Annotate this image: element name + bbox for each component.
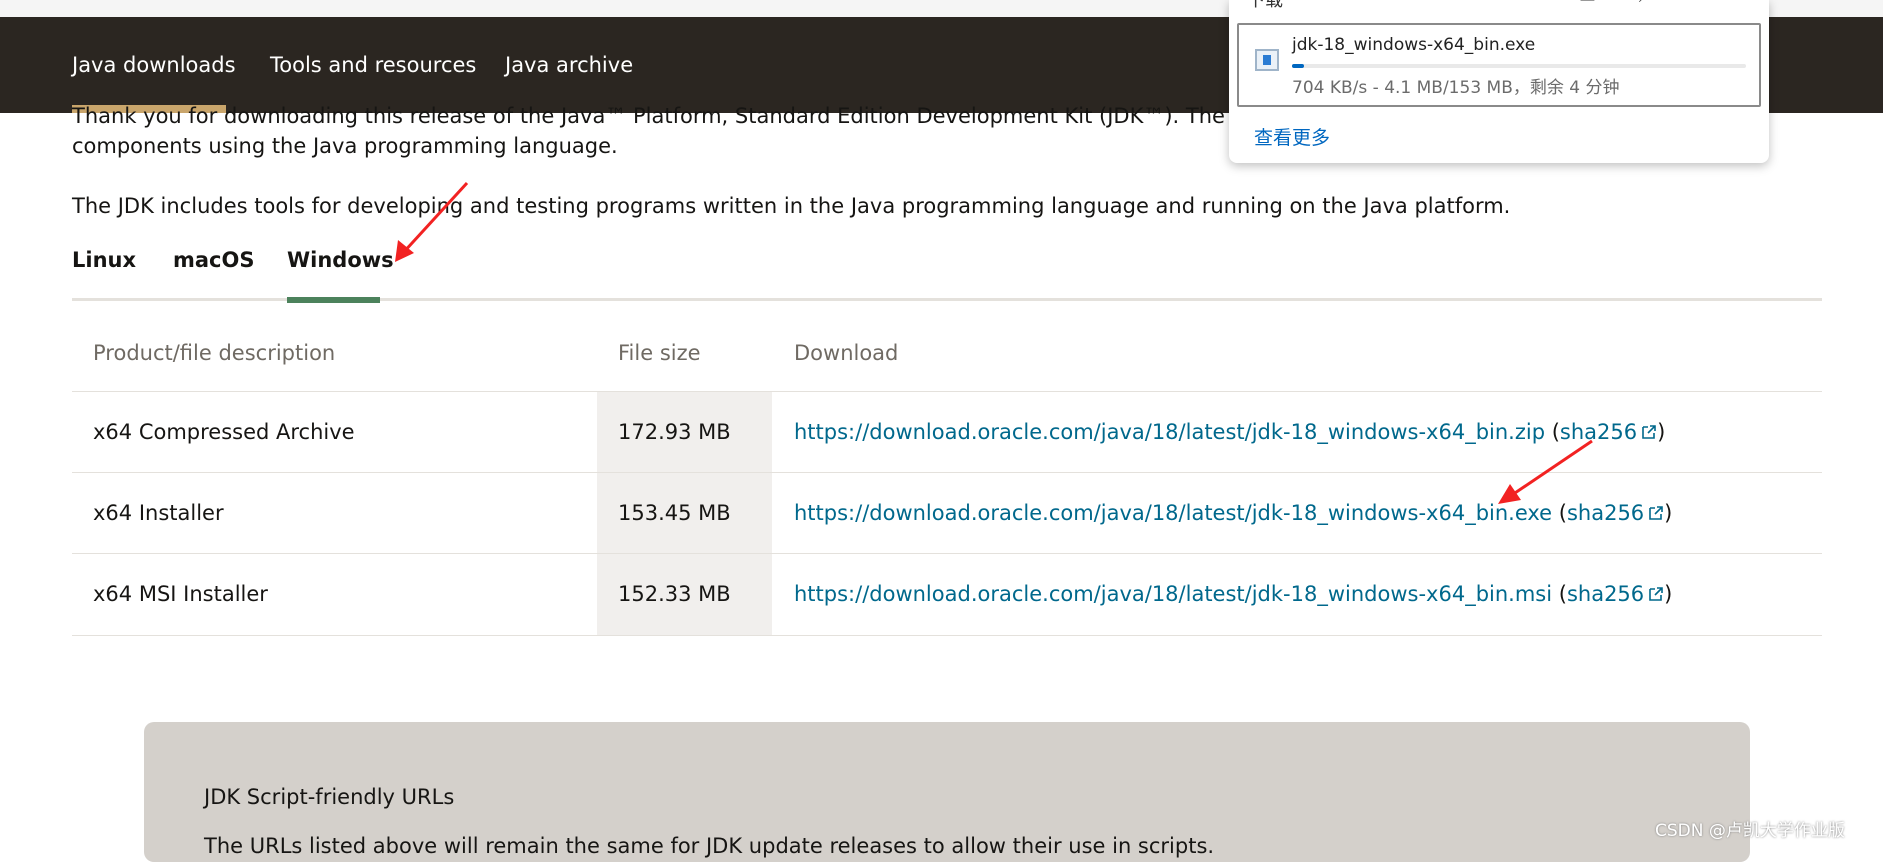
intro-line-1: Thank you for downloading this release o… bbox=[72, 104, 1331, 128]
row-file-size: 172.93 MB bbox=[618, 420, 731, 444]
tab-active-indicator bbox=[287, 297, 380, 303]
intro-line-3: The JDK includes tools for developing an… bbox=[72, 194, 1511, 218]
row-download-cell: https://download.oracle.com/java/18/late… bbox=[794, 582, 1673, 606]
row-description: x64 Installer bbox=[93, 501, 224, 525]
table-row: x64 Installer 153.45 MB https://download… bbox=[72, 472, 1822, 554]
external-link-icon bbox=[1649, 506, 1663, 520]
download-item[interactable]: jdk-18_windows-x64_bin.exe 704 KB/s - 4.… bbox=[1237, 23, 1761, 107]
header-download: Download bbox=[794, 341, 899, 365]
intro-line-2: components using the Java programming la… bbox=[72, 134, 618, 158]
nav-java-archive[interactable]: Java archive bbox=[505, 53, 633, 77]
table-row: x64 MSI Installer 152.33 MB https://down… bbox=[72, 553, 1822, 636]
see-more-link[interactable]: 查看更多 bbox=[1254, 123, 1330, 150]
row-description: x64 Compressed Archive bbox=[93, 420, 355, 444]
tab-macos[interactable]: macOS bbox=[173, 248, 254, 272]
sha256-link[interactable]: sha256 bbox=[1567, 501, 1644, 525]
header-file-size: File size bbox=[618, 341, 701, 365]
nav-tools-and-resources[interactable]: Tools and resources bbox=[270, 53, 476, 77]
header-description: Product/file description bbox=[93, 341, 336, 365]
table-row: x64 Compressed Archive 172.93 MB https:/… bbox=[72, 391, 1822, 473]
script-friendly-urls-panel: JDK Script-friendly URLs The URLs listed… bbox=[144, 722, 1750, 862]
popup-title-fragment: 下载 bbox=[1247, 0, 1283, 11]
installer-file-icon bbox=[1255, 49, 1279, 71]
download-filename: jdk-18_windows-x64_bin.exe bbox=[1292, 35, 1536, 55]
download-status: 704 KB/s - 4.1 MB/153 MB，剩余 4 分钟 bbox=[1292, 78, 1620, 98]
download-link-msi[interactable]: https://download.oracle.com/java/18/late… bbox=[794, 582, 1552, 606]
open-folder-icon[interactable]: ▭ bbox=[1579, 0, 1596, 7]
search-icon[interactable]: ⌕ bbox=[1639, 0, 1649, 7]
download-progress-bar bbox=[1292, 64, 1746, 68]
script-urls-description: The URLs listed above will remain the sa… bbox=[204, 834, 1215, 858]
row-description: x64 MSI Installer bbox=[93, 582, 268, 606]
sha256-link[interactable]: sha256 bbox=[1560, 420, 1637, 444]
external-link-icon bbox=[1642, 425, 1656, 439]
script-urls-title: JDK Script-friendly URLs bbox=[204, 785, 455, 809]
sha256-link[interactable]: sha256 bbox=[1567, 582, 1644, 606]
download-link-zip[interactable]: https://download.oracle.com/java/18/late… bbox=[794, 420, 1545, 444]
more-options-icon[interactable]: ⋯ bbox=[1719, 0, 1737, 7]
tab-windows[interactable]: Windows bbox=[287, 248, 394, 272]
csdn-watermark: CSDN @卢凯大学作业版 bbox=[1655, 821, 1845, 841]
download-progress-fill bbox=[1292, 64, 1305, 68]
row-download-cell: https://download.oracle.com/java/18/late… bbox=[794, 420, 1666, 444]
download-link-exe[interactable]: https://download.oracle.com/java/18/late… bbox=[794, 501, 1552, 525]
row-file-size: 152.33 MB bbox=[618, 582, 731, 606]
external-link-icon bbox=[1649, 587, 1663, 601]
tab-linux[interactable]: Linux bbox=[72, 248, 136, 272]
browser-downloads-popup: 下载 ▭ ⌕ ⋯ jdk-18_windows-x64_bin.exe 704 … bbox=[1229, 0, 1769, 163]
row-download-cell: https://download.oracle.com/java/18/late… bbox=[794, 501, 1673, 525]
nav-java-downloads[interactable]: Java downloads bbox=[72, 53, 236, 77]
row-file-size: 153.45 MB bbox=[618, 501, 731, 525]
